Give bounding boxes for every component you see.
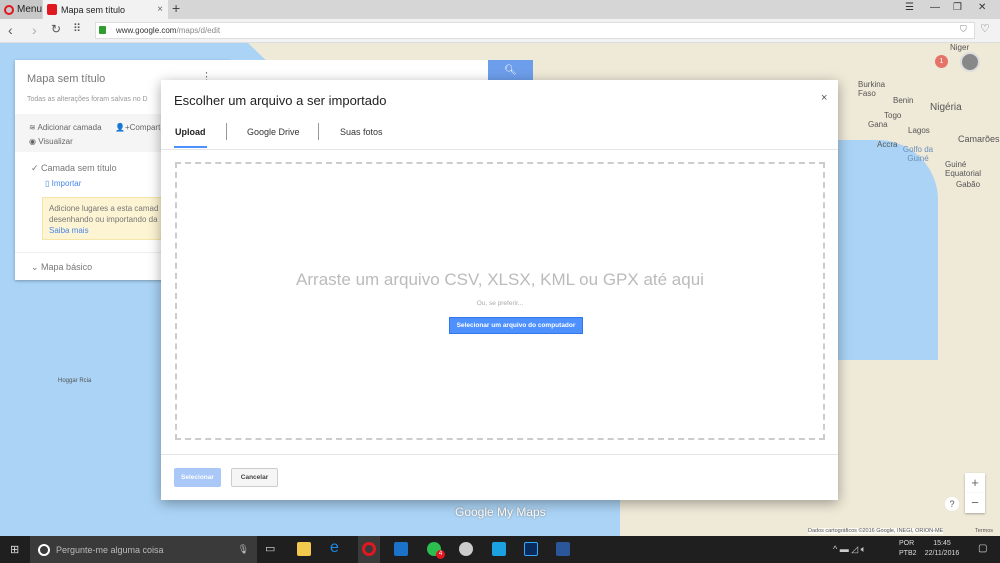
map-label: Guiné Equatorial: [945, 160, 982, 178]
layer-name: Camada sem título: [41, 163, 117, 173]
google-my-maps-logo: Google My Maps: [455, 505, 546, 519]
heart-icon[interactable]: ♡: [980, 22, 990, 35]
map-search-input[interactable]: [220, 60, 488, 81]
close-window-button[interactable]: ✕: [978, 2, 986, 13]
drop-zone[interactable]: Arraste um arquivo CSV, XLSX, KML ou GPX…: [175, 162, 825, 440]
map-label: Benin: [893, 96, 914, 105]
maximize-button[interactable]: ❐: [953, 2, 962, 13]
outlook-icon[interactable]: [394, 542, 408, 556]
map-label: Golfo da Guiné: [902, 145, 934, 163]
tab-title: Mapa sem título: [61, 4, 126, 15]
map-label: Niger: [950, 43, 970, 52]
map-label: Lagos: [908, 126, 930, 135]
map-label: Togo: [884, 111, 902, 120]
url-field[interactable]: www.google.com/maps/d/edit: [95, 22, 975, 39]
menu-label: Menu: [16, 4, 42, 15]
microphone-icon[interactable]: 🎙︎: [238, 544, 249, 555]
drop-text: Arraste um arquivo CSV, XLSX, KML ou GPX…: [296, 270, 704, 289]
tab-your-photos[interactable]: Suas fotos: [340, 127, 383, 137]
import-dialog: Escolher um arquivo a ser importado × Up…: [161, 80, 838, 500]
whatsapp-badge: 4: [436, 550, 445, 559]
windows-taskbar: ⊞ Pergunte-me alguma coisa 🎙︎ ▭ e 4 ^ ▬ ◿…: [0, 536, 1000, 563]
dialog-title: Escolher um arquivo a ser importado: [174, 93, 387, 108]
forward-icon[interactable]: ›: [32, 22, 37, 38]
shield-icon[interactable]: ⛉: [960, 24, 967, 35]
search-button[interactable]: 🔍︎: [488, 60, 533, 81]
save-status: Todas as alterações foram salvas no D: [27, 96, 148, 103]
select-file-button[interactable]: Selecionar um arquivo do computador: [449, 317, 583, 334]
zoom-out-button[interactable]: −: [965, 493, 985, 513]
windows-start-icon[interactable]: ⊞: [10, 543, 19, 556]
word-icon[interactable]: [556, 542, 570, 556]
edge-icon[interactable]: e: [330, 539, 339, 557]
map-label: Gabão: [956, 180, 981, 189]
language-indicator[interactable]: POR PTB2: [899, 539, 917, 559]
share-label: Compart: [129, 123, 161, 132]
map-title[interactable]: Mapa sem título: [27, 73, 105, 85]
reload-icon[interactable]: ↻: [51, 22, 61, 36]
task-view-icon[interactable]: ▭: [265, 542, 275, 555]
map-label: Accra: [877, 140, 898, 149]
keyboard-code: PTB2: [899, 550, 917, 557]
cortana-icon: [38, 543, 50, 556]
search-icon: 🔍︎: [504, 65, 517, 76]
cortana-placeholder: Pergunte-me alguma coisa: [56, 544, 164, 555]
notification-badge[interactable]: 1: [935, 55, 948, 68]
app-m-icon[interactable]: [492, 542, 506, 556]
preview-button[interactable]: ◉ Visualizar: [29, 137, 73, 146]
help-button[interactable]: ?: [945, 497, 959, 511]
avatar[interactable]: [960, 52, 980, 72]
add-layer-button[interactable]: ≋ Adicionar camada: [29, 123, 102, 132]
map-label: Camarões: [958, 134, 1000, 144]
terms-link[interactable]: Termos: [975, 528, 993, 534]
or-text: Ou, se preferir...: [476, 300, 524, 307]
cortana-search[interactable]: Pergunte-me alguma coisa 🎙︎: [30, 536, 257, 563]
select-button-disabled[interactable]: Selecionar: [174, 468, 221, 487]
base-map-label: Mapa básico: [41, 262, 93, 272]
new-tab-button[interactable]: +: [172, 0, 180, 16]
app-icon[interactable]: [459, 542, 473, 556]
speed-dial-icon[interactable]: ⠿: [73, 22, 81, 35]
tab-close-button[interactable]: ×: [157, 4, 163, 15]
layer-item[interactable]: ✓ Camada sem título: [31, 163, 117, 174]
lock-icon: [99, 26, 106, 34]
file-explorer-icon[interactable]: [297, 542, 311, 556]
map-attribution: Dados cartográficos ©2016 Google, INEGI,…: [808, 528, 944, 534]
share-button[interactable]: 👤+Compart: [115, 123, 160, 132]
gulf-of-guinea: [838, 140, 938, 360]
add-layer-label: Adicionar camada: [37, 123, 102, 132]
url-path: /maps/d/edit: [176, 26, 221, 35]
clock[interactable]: 15:45 22/11/2016: [922, 539, 962, 559]
map-label: Burkina Faso: [858, 80, 886, 98]
map-label: Hoggar Rcia: [58, 378, 92, 384]
tab-upload[interactable]: Upload: [175, 127, 206, 137]
map-label: Gana: [868, 120, 888, 129]
photoshop-icon[interactable]: [524, 542, 538, 556]
action-center-icon[interactable]: ▢: [978, 543, 987, 554]
lang-code: POR: [899, 540, 915, 547]
base-map-item[interactable]: ⌄ Mapa básico: [31, 262, 92, 273]
url-host: www.google.com: [116, 26, 177, 35]
zoom-in-button[interactable]: +: [965, 473, 985, 493]
import-label: Importar: [51, 179, 82, 188]
my-maps-favicon-icon: [47, 4, 57, 15]
active-tab-indicator: [174, 146, 207, 148]
close-dialog-button[interactable]: ×: [821, 92, 827, 104]
browser-tab[interactable]: Mapa sem título ×: [43, 0, 168, 19]
import-link[interactable]: ▯ Importar: [45, 179, 81, 188]
minimize-button[interactable]: —: [930, 2, 940, 13]
tab-google-drive[interactable]: Google Drive: [247, 127, 300, 137]
opera-logo-icon: [4, 4, 14, 15]
system-tray-icons[interactable]: ^ ▬ ◿ 🔈︎: [833, 544, 866, 555]
opera-taskbar-icon[interactable]: [362, 542, 376, 556]
date: 22/11/2016: [924, 550, 960, 557]
tabs-menu-icon[interactable]: ☰: [905, 2, 914, 13]
preview-label: Visualizar: [38, 137, 73, 146]
opera-menu-button[interactable]: Menu: [0, 0, 42, 19]
map-label: Nigéria: [930, 102, 962, 113]
back-icon[interactable]: ‹: [8, 22, 13, 38]
time: 15:45: [933, 540, 951, 547]
cancel-button[interactable]: Cancelar: [231, 468, 278, 487]
